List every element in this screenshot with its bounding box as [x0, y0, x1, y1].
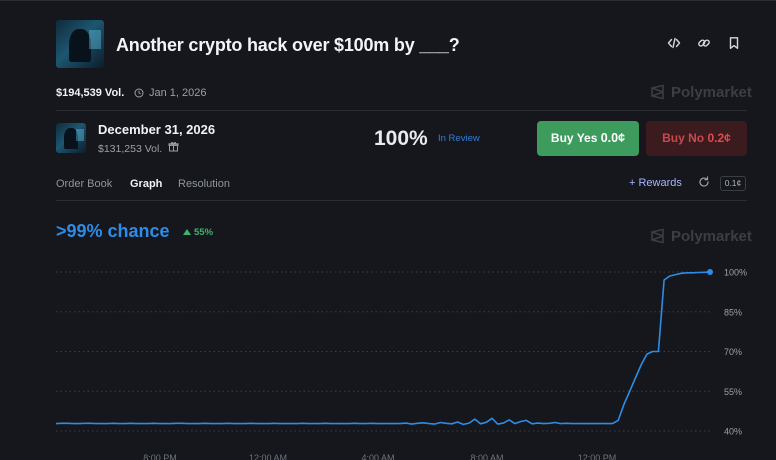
- y-tick-label: 55%: [724, 387, 742, 397]
- series-line: [55, 271, 711, 426]
- x-tick-label: 12:00 PM: [578, 453, 617, 460]
- price-chart[interactable]: 100% 85% 70% 55% 40% 8:00 PM 12:00 AM 4:00 AM 8:…: [0, 0, 776, 460]
- x-tick-label: 12:00 AM: [249, 453, 287, 460]
- x-tick-label: 8:00 PM: [143, 453, 177, 460]
- series-endpoint: [707, 269, 713, 275]
- y-tick-label: 40%: [724, 427, 742, 437]
- x-tick-label: 8:00 AM: [470, 453, 503, 460]
- x-tick-label: 4:00 AM: [361, 453, 394, 460]
- y-tick-label: 100%: [724, 268, 747, 278]
- y-tick-label: 85%: [724, 307, 742, 317]
- y-tick-label: 70%: [724, 347, 742, 357]
